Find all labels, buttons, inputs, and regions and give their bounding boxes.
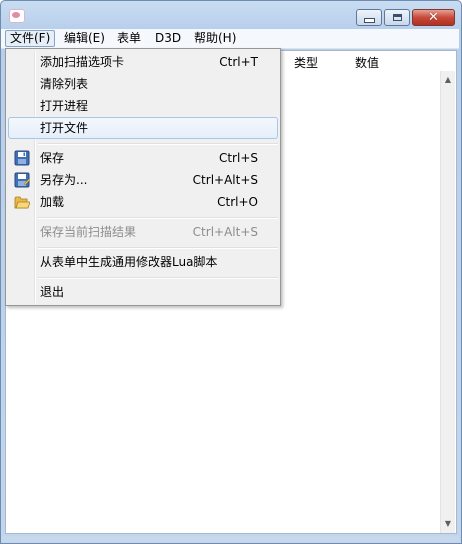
window-bottom-border bbox=[1, 536, 459, 542]
vertical-scrollbar[interactable]: ▲ ▼ bbox=[440, 71, 455, 533]
close-icon: ✕ bbox=[428, 10, 439, 25]
floppy-disk-save-as-icon bbox=[14, 172, 30, 188]
menu-item-shortcut: Ctrl+Alt+S bbox=[192, 225, 258, 239]
file-menu-dropdown: 添加扫描选项卡 Ctrl+T 清除列表 打开进程 打开文件 保存 Ctrl+S … bbox=[5, 48, 281, 306]
menu-separator bbox=[38, 247, 278, 249]
column-header-value[interactable]: 数值 bbox=[355, 54, 379, 72]
menu-item-label: 添加扫描选项卡 bbox=[40, 55, 125, 69]
menu-item-shortcut: Ctrl+Alt+S bbox=[192, 173, 258, 187]
menu-item-shortcut: Ctrl+S bbox=[218, 151, 258, 165]
minimize-icon bbox=[363, 18, 375, 23]
menu-item-label: 保存当前扫描结果 bbox=[40, 225, 137, 239]
menu-item-exit[interactable]: 退出 bbox=[8, 281, 278, 303]
column-header-type[interactable]: 类型 bbox=[294, 54, 318, 72]
menu-edit[interactable]: 编辑(E) bbox=[60, 30, 109, 47]
menu-item-save-as[interactable]: 另存为... Ctrl+Alt+S bbox=[8, 169, 278, 191]
maximize-button[interactable] bbox=[384, 9, 410, 26]
title-bar[interactable]: ✕ bbox=[1, 1, 461, 29]
menu-item-save[interactable]: 保存 Ctrl+S bbox=[8, 147, 278, 169]
window-controls: ✕ bbox=[356, 9, 455, 27]
menu-bar: 文件(F) 编辑(E) 表单 D3D 帮助(H) bbox=[1, 29, 459, 49]
menu-d3d[interactable]: D3D bbox=[151, 30, 185, 47]
open-folder-icon bbox=[14, 196, 30, 209]
scroll-down-icon[interactable]: ▼ bbox=[441, 517, 455, 531]
menu-item-open-file[interactable]: 打开文件 bbox=[8, 117, 278, 139]
menu-item-load[interactable]: 加载 Ctrl+O bbox=[8, 191, 278, 213]
menu-item-shortcut: Ctrl+O bbox=[217, 195, 258, 209]
menu-help[interactable]: 帮助(H) bbox=[190, 30, 240, 47]
close-button[interactable]: ✕ bbox=[412, 9, 455, 26]
scroll-up-icon[interactable]: ▲ bbox=[441, 73, 455, 87]
menu-item-save-scan-results: 保存当前扫描结果 Ctrl+Alt+S bbox=[8, 221, 278, 243]
menu-item-shortcut: Ctrl+T bbox=[219, 55, 258, 69]
maximize-icon bbox=[392, 14, 402, 21]
menu-item-label: 另存为... bbox=[40, 173, 88, 187]
menu-item-label: 清除列表 bbox=[40, 77, 89, 91]
menu-item-label: 保存 bbox=[40, 151, 65, 165]
menu-item-label: 加载 bbox=[40, 195, 65, 209]
menu-item-clear-list[interactable]: 清除列表 bbox=[8, 73, 278, 95]
minimize-button[interactable] bbox=[356, 9, 382, 26]
menu-item-label: 打开文件 bbox=[40, 121, 89, 135]
menu-file[interactable]: 文件(F) bbox=[5, 30, 56, 47]
menu-item-label: 从表单中生成通用修改器Lua脚本 bbox=[40, 255, 218, 269]
menu-item-generate-lua-trainer[interactable]: 从表单中生成通用修改器Lua脚本 bbox=[8, 251, 278, 273]
menu-separator bbox=[38, 217, 278, 219]
menu-item-label: 退出 bbox=[40, 285, 65, 299]
menu-separator bbox=[38, 143, 278, 145]
menu-item-open-process[interactable]: 打开进程 bbox=[8, 95, 278, 117]
menu-item-label: 打开进程 bbox=[40, 99, 89, 113]
app-icon[interactable] bbox=[9, 9, 25, 23]
menu-item-add-scan-tab[interactable]: 添加扫描选项卡 Ctrl+T bbox=[8, 51, 278, 73]
menu-form[interactable]: 表单 bbox=[113, 30, 145, 47]
floppy-disk-icon bbox=[14, 150, 30, 166]
menu-separator bbox=[38, 277, 278, 279]
